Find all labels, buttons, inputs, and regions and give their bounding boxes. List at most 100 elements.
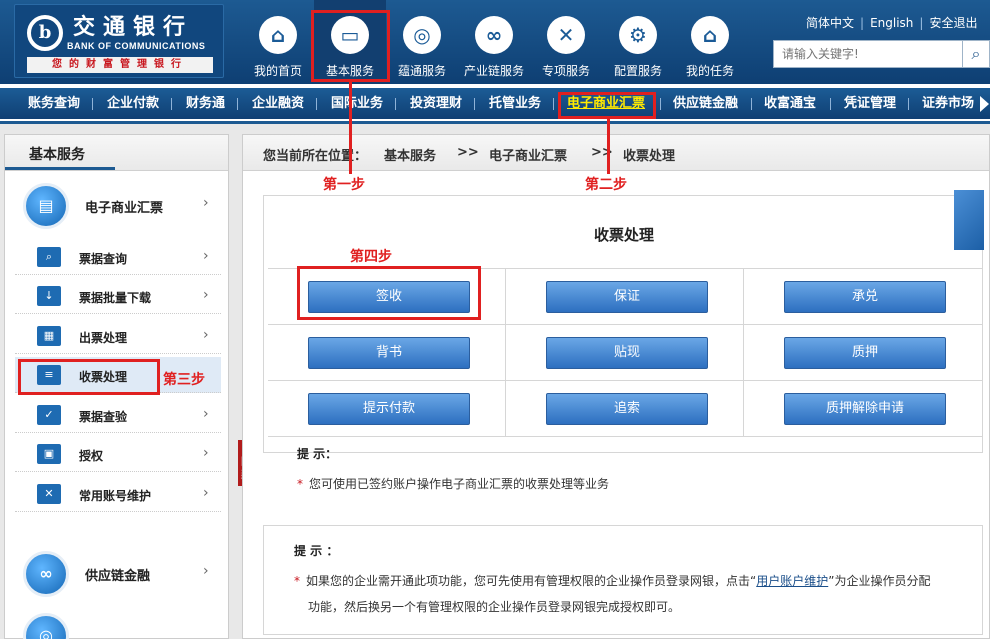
topnav-label: 我的首页 — [253, 64, 302, 78]
step2-connector — [607, 119, 610, 174]
logo-mark-icon: b — [27, 15, 63, 51]
sidebar-item-bill-query[interactable]: ⌕ 票据查询 › — [15, 239, 221, 275]
bank-logo[interactable]: b 交通银行 BANK OF COMMUNICATIONS 您的财富管理银行 — [14, 4, 224, 78]
menu-item[interactable]: 企业付款 — [107, 88, 159, 119]
divider — [660, 98, 661, 110]
menu-item[interactable]: 财务通 — [186, 88, 225, 119]
endorse-button[interactable]: 背书 — [308, 337, 470, 369]
chevron-right-icon: › — [203, 327, 209, 343]
divider — [830, 98, 831, 110]
accept-button[interactable]: 承兑 — [784, 281, 946, 313]
sidebar-group-next[interactable]: ◎ — [15, 611, 221, 639]
menu-item[interactable]: 凭证管理 — [844, 88, 896, 119]
topnav-yuntong[interactable]: ◎ 蕴通服务 — [386, 0, 458, 84]
topnav-my-tasks[interactable]: ⌂ 我的任务 — [674, 0, 746, 84]
home-icon: ⌂ — [691, 16, 729, 54]
function-menu-bar: 账务查询 企业付款 财务通 企业融资 国际业务 投资理财 托管业务 电子商业汇票… — [0, 84, 990, 124]
printer-icon: ▦ — [37, 326, 61, 346]
panel-title: 收票处理 — [593, 226, 654, 244]
topnav-industry-chain[interactable]: ∞ 产业链服务 — [458, 0, 530, 84]
menu-item[interactable]: 企业融资 — [252, 88, 304, 119]
search-box — [773, 40, 963, 68]
menu-item[interactable]: 账务查询 — [28, 88, 80, 119]
sidebar-title-underline — [5, 167, 115, 170]
sidebar-item-issue[interactable]: ▦ 出票处理 › — [15, 318, 221, 354]
user-account-maint-link[interactable]: 用户账户维护 — [756, 574, 828, 588]
notice-line-1: * 如果您的企业需开通此项功能，您可先使用有管理权限的企业操作员登录网银，点击“用… — [294, 572, 930, 589]
notice-line1-a: 如果您的企业需开通此项功能，您可先使用有管理权限的企业操作员登录网银，点击“ — [306, 574, 757, 588]
globe-icon: ◎ — [23, 613, 69, 639]
bill-icon: ▤ — [23, 183, 69, 229]
logo-cn-name: 交通银行 — [73, 14, 194, 40]
chevron-right-icon: › — [203, 287, 209, 303]
sidebar-item-batch-download[interactable]: ↓ 票据批量下载 › — [15, 278, 221, 314]
link-icon: ∞ — [475, 16, 513, 54]
pledge-button[interactable]: 质押 — [784, 337, 946, 369]
divider — [237, 98, 238, 110]
divider: | — [919, 16, 924, 30]
search-icon[interactable]: ⌕ — [963, 40, 990, 68]
sidebar-group-label: 电子商业汇票 — [85, 201, 164, 216]
sidebar-item-label: 票据查询 — [79, 252, 128, 266]
tip-text-content: 您可使用已签约账户操作电子商业汇票的收票处理等业务 — [309, 477, 610, 491]
grid-cell: 追索 — [506, 381, 744, 437]
breadcrumb: 您当前所在位置： 基本服务 >> 电子商业汇票 >> 收票处理 — [243, 135, 989, 171]
sidebar-item-verify[interactable]: ✓ 票据查验 › — [15, 397, 221, 433]
breadcrumb-sep: >> — [457, 145, 479, 160]
swirl-icon: ◎ — [403, 16, 441, 54]
gear-icon: ⚙ — [619, 16, 657, 54]
menu-item[interactable]: 投资理财 — [410, 88, 462, 119]
recourse-button[interactable]: 追索 — [546, 393, 708, 425]
prompt-payment-button[interactable]: 提示付款 — [308, 393, 470, 425]
menu-scroll-right-icon[interactable] — [980, 96, 989, 112]
sidebar-item-label: 票据查验 — [79, 410, 128, 424]
topnav-special[interactable]: ✕ 专项服务 — [530, 0, 602, 84]
step3-label: 第三步 — [163, 372, 205, 388]
divider — [553, 98, 554, 110]
language-links: 简体中文 | English | 安全退出 — [806, 14, 983, 31]
menu-item[interactable]: 收富通宝 — [764, 88, 816, 119]
lang-en-link[interactable]: English — [870, 16, 913, 30]
download-icon: ↓ — [37, 286, 61, 306]
sidebar-item-account-maint[interactable]: ✕ 常用账号维护 › — [15, 476, 221, 512]
sidebar-item-label: 常用账号维护 — [79, 489, 152, 503]
sidebar-item-authorize[interactable]: ▣ 授权 › — [15, 436, 221, 472]
divider — [92, 98, 93, 110]
step1-connector — [349, 82, 352, 174]
step3-highlight — [18, 359, 160, 395]
tools-icon: ✕ — [547, 16, 585, 54]
sidebar-group-e-bill[interactable]: ▤ 电子商业汇票 › — [15, 181, 221, 231]
divider — [908, 98, 909, 110]
breadcrumb-level2[interactable]: 电子商业汇票 — [489, 145, 567, 164]
divider — [316, 98, 317, 110]
topnav-home[interactable]: ⌂ 我的首页 — [242, 0, 314, 84]
guarantee-button[interactable]: 保证 — [546, 281, 708, 313]
lang-zh-link[interactable]: 简体中文 — [806, 16, 854, 30]
receive-panel: 收票处理 签收 保证 承兑 背书 贴现 质押 提示付款 追索 质押解除申请 — [263, 190, 984, 453]
topnav-label: 我的任务 — [685, 64, 734, 78]
chain-icon: ∞ — [23, 551, 69, 597]
menu-item[interactable]: 供应链金融 — [673, 88, 738, 119]
chevron-right-icon: › — [203, 406, 209, 422]
menu-item[interactable]: 国际业务 — [331, 88, 383, 119]
sidebar-group-supply-chain[interactable]: ∞ 供应链金融 › — [15, 549, 221, 599]
breadcrumb-level1[interactable]: 基本服务 — [384, 145, 436, 164]
topnav-label: 产业链服务 — [463, 64, 524, 78]
notice-panel: 提 示 ： * 如果您的企业需开通此项功能，您可先使用有管理权限的企业操作员登录网… — [263, 525, 983, 635]
topnav-label: 专项服务 — [541, 64, 590, 78]
step4-label: 第四步 — [350, 249, 392, 265]
search-input[interactable] — [774, 41, 954, 67]
menu-item[interactable]: 托管业务 — [489, 88, 541, 119]
release-pledge-button[interactable]: 质押解除申请 — [784, 393, 946, 425]
chevron-right-icon: › — [203, 485, 209, 501]
step1-highlight — [311, 10, 390, 82]
topnav-config[interactable]: ⚙ 配置服务 — [602, 0, 674, 84]
chevron-right-icon: › — [203, 563, 209, 579]
main-content: 您当前所在位置： 基本服务 >> 电子商业汇票 >> 收票处理 收票处理 签收 … — [242, 134, 990, 639]
divider: | — [860, 16, 865, 30]
tip-text: * 您可使用已签约账户操作电子商业汇票的收票处理等业务 — [297, 475, 609, 492]
menu-item[interactable]: 证券市场 — [922, 88, 974, 119]
discount-button[interactable]: 贴现 — [546, 337, 708, 369]
logout-link[interactable]: 安全退出 — [929, 16, 977, 30]
home-icon: ⌂ — [259, 16, 297, 54]
